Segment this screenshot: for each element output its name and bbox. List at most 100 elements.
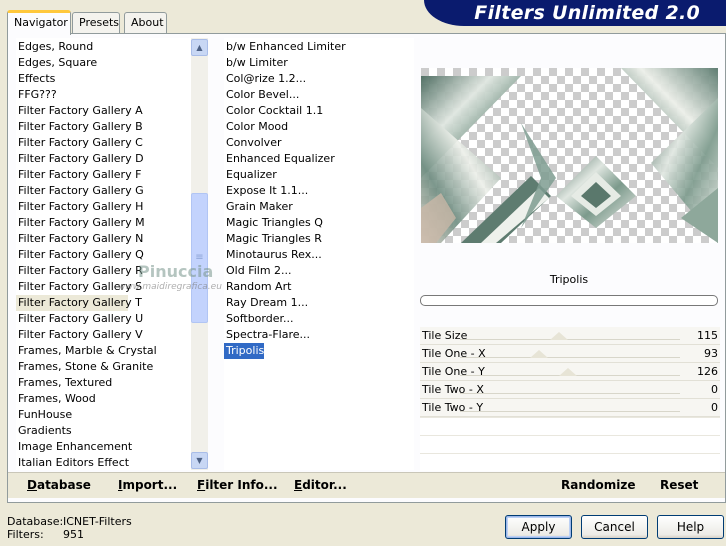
category-item[interactable]: Frames, Stone & Granite	[16, 359, 153, 375]
parameter-empty-row	[420, 417, 720, 435]
tab-presets[interactable]: Presets	[72, 12, 120, 34]
category-item[interactable]: Filter Factory Gallery H	[16, 199, 143, 215]
category-item[interactable]: Filter Factory Gallery T	[16, 295, 142, 311]
reset-button[interactable]: Reset	[660, 476, 698, 494]
tab-navigator[interactable]: Navigator	[7, 10, 71, 35]
parameter-slider[interactable]: Tile One - Y 126	[420, 363, 720, 381]
parameter-value: 93	[704, 347, 718, 360]
help-button[interactable]: Help	[657, 515, 724, 539]
parameter-label: Tile Two - Y	[422, 401, 484, 414]
filter-preview	[421, 68, 718, 243]
parameter-label: Tile One - X	[422, 347, 486, 360]
slider-track[interactable]	[460, 357, 680, 358]
filter-item[interactable]: Spectra-Flare...	[224, 327, 310, 343]
database-label: Database:	[7, 515, 64, 528]
filters-info: Filters: 951	[7, 528, 84, 541]
scroll-down-button[interactable]: ▼	[191, 452, 208, 469]
category-item[interactable]: Filter Factory Gallery M	[16, 215, 145, 231]
filter-item[interactable]: Old Film 2...	[224, 263, 292, 279]
category-item[interactable]: Filter Factory Gallery D	[16, 151, 144, 167]
parameter-value: 0	[711, 401, 718, 414]
parameter-slider[interactable]: Tile Two - X 0	[420, 381, 720, 399]
category-item[interactable]: Effects	[16, 71, 55, 87]
slider-thumb[interactable]	[550, 332, 568, 340]
filter-item[interactable]: Convolver	[224, 135, 281, 151]
category-item[interactable]: Filter Factory Gallery C	[16, 135, 143, 151]
progress-bar	[420, 295, 718, 306]
watermark-site: www.maidiregrafica.eu	[118, 282, 222, 292]
filter-item[interactable]: Color Cocktail 1.1	[224, 103, 323, 119]
category-scrollbar[interactable]: ▲ ≡ ▼	[191, 38, 208, 470]
parameter-slider[interactable]: Tile Two - Y 0	[420, 399, 720, 417]
filters-label: Filters:	[7, 528, 44, 541]
category-item[interactable]: Edges, Square	[16, 55, 97, 71]
import-button[interactable]: Import...	[118, 476, 177, 494]
category-item[interactable]: Image Enhancement	[16, 439, 132, 455]
filter-item[interactable]: Tripolis	[224, 343, 264, 359]
logo-banner: Filters Unlimited 2.0	[424, 0, 726, 26]
randomize-button[interactable]: Randomize	[561, 476, 635, 494]
category-item[interactable]: Filter Factory Gallery V	[16, 327, 143, 343]
scroll-thumb[interactable]: ≡	[191, 193, 208, 323]
filter-item[interactable]: b/w Limiter	[224, 55, 288, 71]
category-item[interactable]: Filter Factory Gallery U	[16, 311, 143, 327]
filter-item[interactable]: Equalizer	[224, 167, 277, 183]
category-item[interactable]: Italian Editors Effect	[16, 455, 129, 470]
parameter-value: 115	[697, 329, 718, 342]
category-item[interactable]: FunHouse	[16, 407, 72, 423]
slider-thumb[interactable]	[558, 368, 577, 376]
parameter-empty-row	[420, 435, 720, 453]
parameter-slider[interactable]: Tile Size 115	[420, 327, 720, 345]
filter-item[interactable]: Color Mood	[224, 119, 288, 135]
parameter-value: 126	[697, 365, 718, 378]
filter-item[interactable]: b/w Enhanced Limiter	[224, 39, 346, 55]
database-button[interactable]: Database	[27, 476, 91, 494]
filter-item[interactable]: Color Bevel...	[224, 87, 299, 103]
filter-list[interactable]: b/w Enhanced Limiter b/w Limiter Col@rize …	[224, 38, 414, 470]
filter-item[interactable]: Col@rize 1.2...	[224, 71, 306, 87]
slider-track[interactable]	[460, 339, 680, 340]
scroll-up-button[interactable]: ▲	[191, 39, 208, 56]
category-item[interactable]: Frames, Textured	[16, 375, 112, 391]
parameter-slider[interactable]: Tile One - X 93	[420, 345, 720, 363]
category-item[interactable]: FFG???	[16, 87, 57, 103]
filter-item[interactable]: Random Art	[224, 279, 291, 295]
category-item[interactable]: Filter Factory Gallery Q	[16, 247, 144, 263]
slider-thumb[interactable]	[530, 350, 549, 358]
editor-button[interactable]: Editor...	[294, 476, 347, 494]
slider-track[interactable]	[460, 393, 680, 394]
category-item[interactable]: Frames, Wood	[16, 391, 96, 407]
app-logo: Filters Unlimited 2.0	[474, 2, 700, 24]
category-item[interactable]: Edges, Round	[16, 39, 93, 55]
filter-item[interactable]: Expose It 1.1...	[224, 183, 308, 199]
category-item[interactable]: Filter Factory Gallery N	[16, 231, 143, 247]
filter-item[interactable]: Magic Triangles Q	[224, 215, 323, 231]
filter-item[interactable]: Grain Maker	[224, 199, 293, 215]
apply-button[interactable]: Apply	[505, 515, 572, 539]
category-item[interactable]: Filter Factory Gallery B	[16, 119, 143, 135]
slider-track[interactable]	[460, 411, 680, 412]
filter-item[interactable]: Ray Dream 1...	[224, 295, 308, 311]
category-item[interactable]: Filter Factory Gallery F	[16, 167, 141, 183]
database-info: Database: ICNET-Filters	[7, 515, 132, 528]
filters-count: 951	[63, 528, 84, 541]
category-item[interactable]: Filter Factory Gallery R	[16, 263, 143, 279]
watermark-name: Pinuccia	[138, 262, 214, 281]
filter-item[interactable]: Magic Triangles R	[224, 231, 322, 247]
parameter-label: Tile One - Y	[422, 365, 485, 378]
cancel-button[interactable]: Cancel	[581, 515, 648, 539]
parameter-label: Tile Size	[422, 329, 468, 342]
filter-item[interactable]: Enhanced Equalizer	[224, 151, 335, 167]
filter-item[interactable]: Minotaurus Rex...	[224, 247, 322, 263]
filter-item[interactable]: Softborder...	[224, 311, 294, 327]
current-filter-name: Tripolis	[549, 273, 589, 286]
category-item[interactable]: Frames, Marble & Crystal	[16, 343, 157, 359]
category-item[interactable]: Filter Factory Gallery A	[16, 103, 143, 119]
category-item[interactable]: Filter Factory Gallery G	[16, 183, 144, 199]
database-value: ICNET-Filters	[63, 515, 132, 528]
tab-about[interactable]: About	[124, 12, 167, 34]
filter-info-button[interactable]: Filter Info...	[197, 476, 278, 494]
category-item[interactable]: Gradients	[16, 423, 72, 439]
parameter-empty-row	[420, 453, 720, 471]
category-list[interactable]: Edges, Round Edges, Square Effects FFG??? Fi…	[16, 38, 192, 470]
